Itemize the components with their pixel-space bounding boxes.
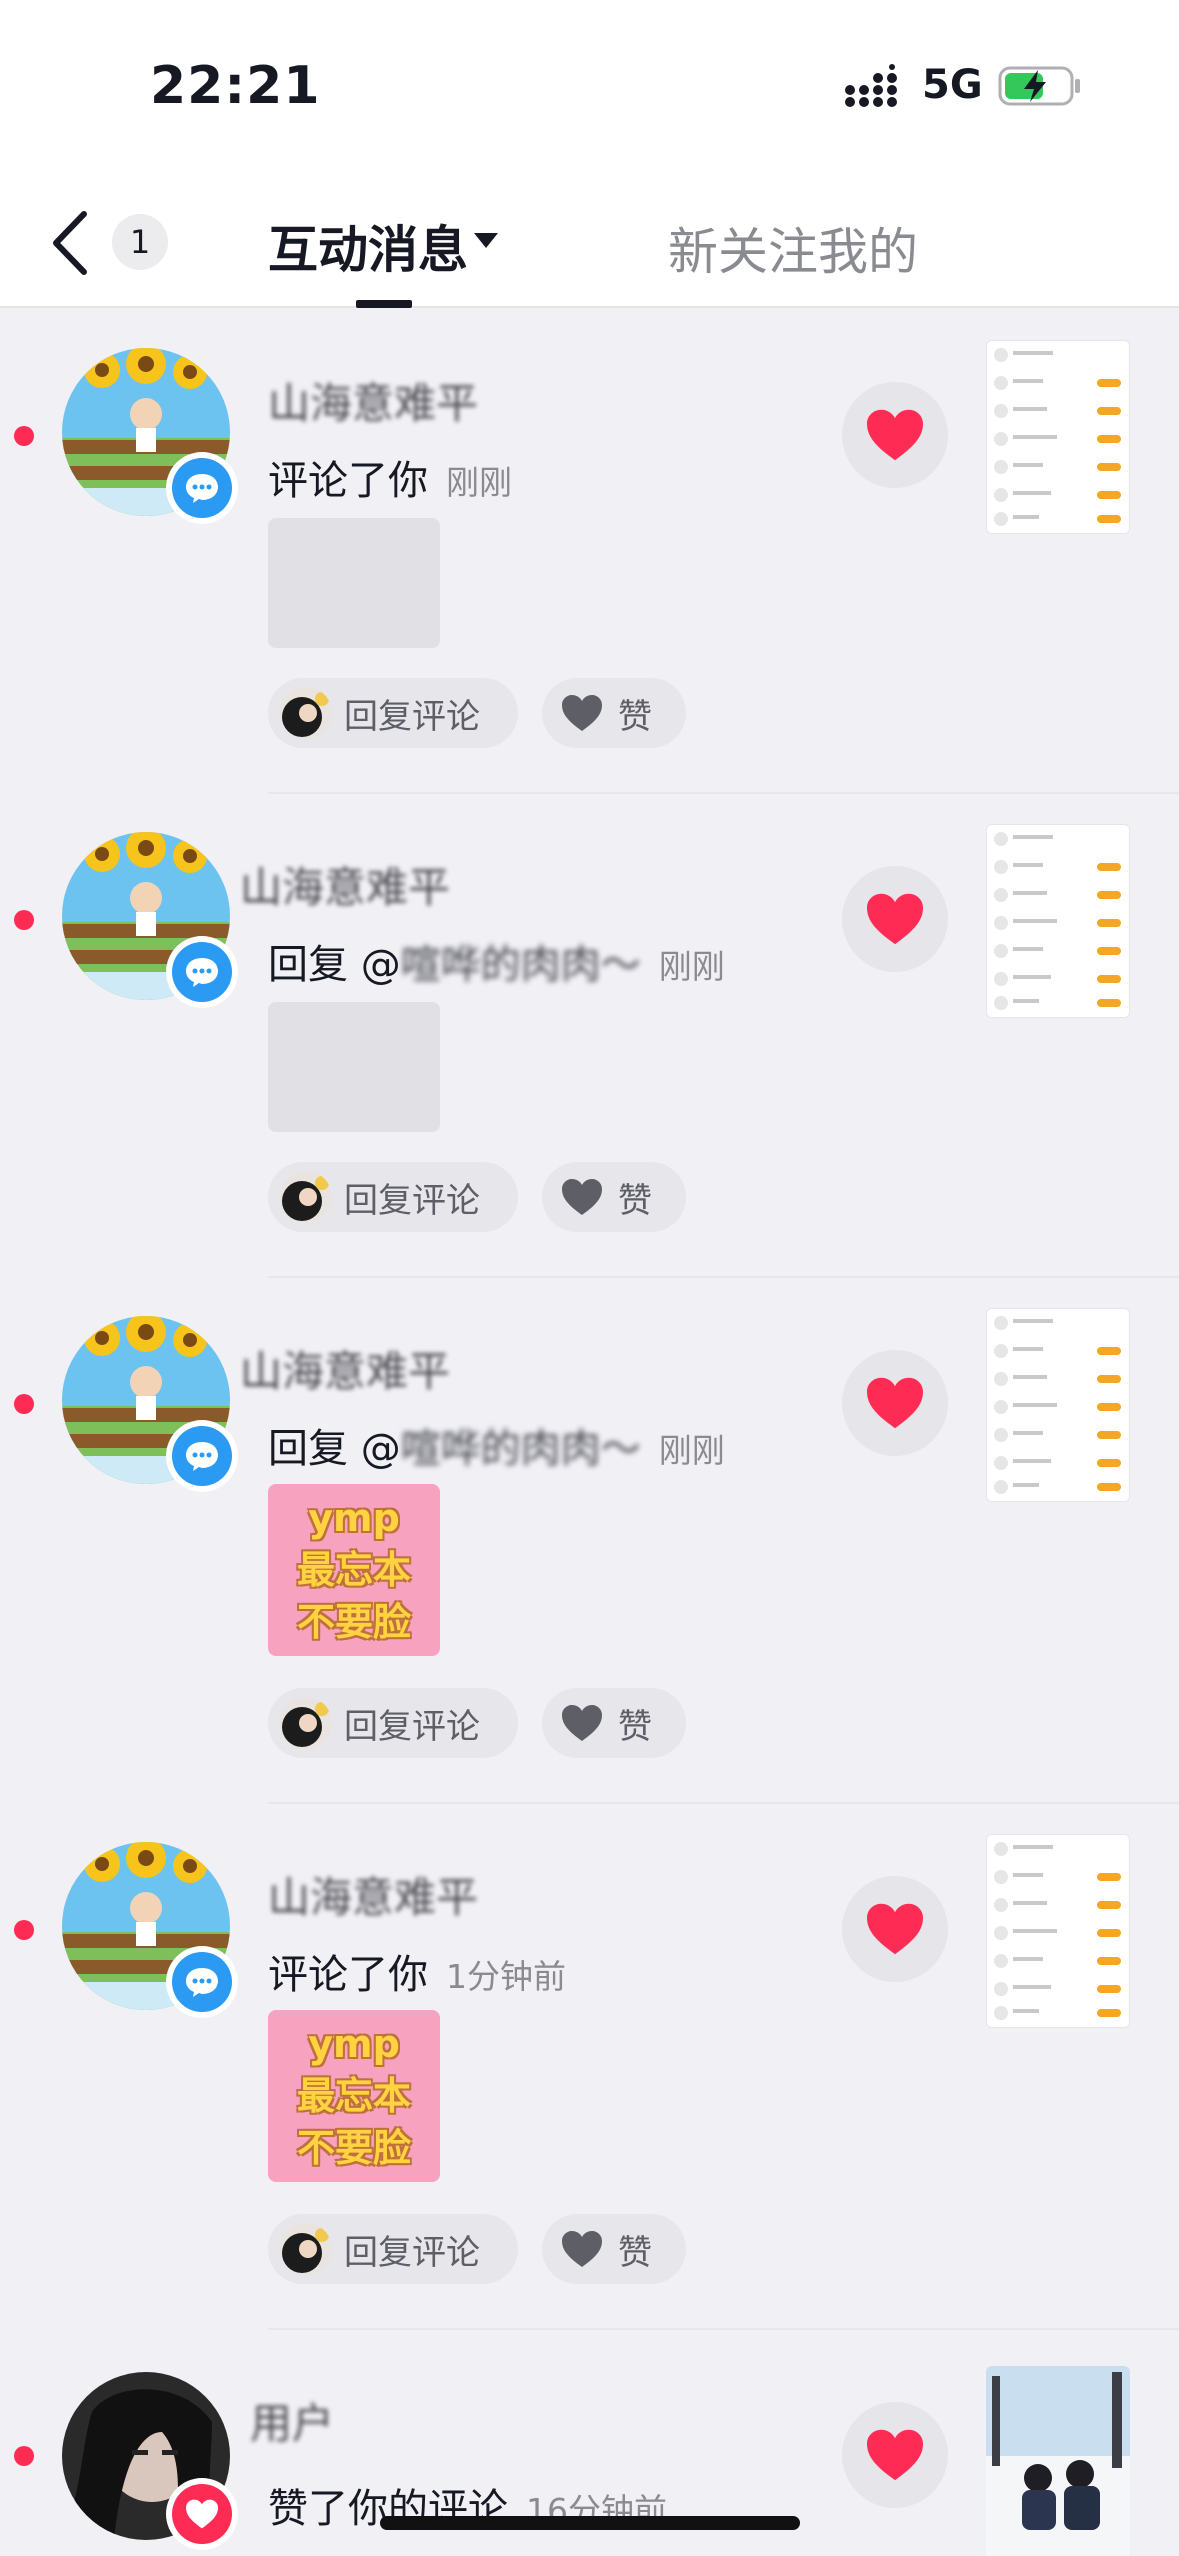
caret-down-icon[interactable]: [472, 230, 500, 250]
reply-comment-button[interactable]: 回复评论: [268, 678, 518, 748]
like-comment-button[interactable]: 赞: [542, 2214, 686, 2284]
reply-comment-button[interactable]: 回复评论: [268, 1162, 518, 1232]
sticker-line-3: 不要脸: [296, 2126, 411, 2170]
unread-dot: [14, 1920, 34, 1940]
action-text: 回复 @: [268, 1426, 401, 1472]
username[interactable]: 山海意难平: [240, 854, 450, 915]
post-thumbnail[interactable]: [986, 1834, 1130, 2028]
username[interactable]: 用户: [250, 2390, 334, 2451]
timestamp: 刚刚: [658, 947, 725, 986]
mention-text[interactable]: 喧哗的肉肉～: [401, 1426, 641, 1472]
heart-outline-icon: [562, 1705, 602, 1741]
chat-bubble-icon: [186, 1968, 218, 1997]
action-text: 评论了你: [268, 1952, 428, 1998]
action-line: 评论了你 1分钟前: [268, 1942, 566, 2000]
tab-interaction-messages[interactable]: 互动消息: [268, 210, 468, 282]
action-line: 回复 @喧哗的肉肉～ 刚刚: [268, 1416, 725, 1474]
reply-comment-label: 回复评论: [344, 1706, 480, 1747]
unread-dot: [14, 2446, 34, 2466]
like-label: 赞: [618, 696, 652, 737]
tab-new-followers[interactable]: 新关注我的: [668, 212, 918, 284]
heart-icon: [867, 893, 923, 945]
like-button[interactable]: [842, 866, 948, 972]
like-label: 赞: [618, 1180, 652, 1221]
network-type: 5G: [922, 62, 983, 108]
sticker-line-2: 最忘本: [296, 1548, 411, 1592]
my-avatar: [280, 1171, 332, 1223]
my-avatar: [280, 687, 332, 739]
action-text: 评论了你: [268, 458, 428, 504]
sticker-line-1: ymp: [308, 1496, 400, 1540]
heart-icon: [867, 2429, 923, 2481]
status-time: 22:21: [150, 56, 321, 116]
unread-dot: [14, 910, 34, 930]
sticker-line-2: 最忘本: [296, 2074, 411, 2118]
back-arrow-icon[interactable]: [48, 208, 92, 278]
message-item[interactable]: 山海意难平 回复 @喧哗的肉肉～ 刚刚 ymp 最忘本 不要脸 回复评论 赞: [0, 1278, 1179, 1804]
post-thumbnail[interactable]: [986, 340, 1130, 534]
sticker-line-3: 不要脸: [296, 1600, 411, 1644]
message-item[interactable]: 山海意难平 评论了你 刚刚 回复评论 赞: [0, 310, 1179, 794]
like-button[interactable]: [842, 1876, 948, 1982]
post-thumbnail[interactable]: [986, 2366, 1130, 2556]
unread-dot: [14, 426, 34, 446]
home-indicator[interactable]: [380, 2516, 800, 2530]
heart-outline-icon: [562, 1179, 602, 1215]
heart-outline-icon: [562, 2231, 602, 2267]
comment-badge: [166, 452, 238, 524]
timestamp: 刚刚: [446, 463, 512, 502]
like-label: 赞: [618, 2232, 652, 2273]
unread-dot: [14, 1394, 34, 1414]
post-thumbnail[interactable]: [986, 824, 1130, 1018]
like-comment-button[interactable]: 赞: [542, 1162, 686, 1232]
top-bar: 22:21 5G 1 互动消息 新关注我的: [0, 0, 1179, 308]
reply-comment-button[interactable]: 回复评论: [268, 2214, 518, 2284]
action-line: 评论了你 刚刚: [268, 448, 512, 506]
chat-bubble-icon: [186, 474, 218, 503]
username[interactable]: 山海意难平: [240, 1338, 450, 1399]
like-button[interactable]: [842, 382, 948, 488]
chat-bubble-icon: [186, 958, 218, 987]
like-button[interactable]: [842, 2402, 948, 2508]
reply-comment-button[interactable]: 回复评论: [268, 1688, 518, 1758]
like-button[interactable]: [842, 1350, 948, 1456]
username[interactable]: 山海意难平: [268, 370, 478, 431]
my-avatar: [280, 1697, 332, 1749]
action-line: 回复 @喧哗的肉肉～ 刚刚: [268, 932, 725, 990]
sticker-image[interactable]: ymp 最忘本 不要脸: [268, 2010, 440, 2182]
like-badge: [166, 2478, 238, 2550]
message-item[interactable]: 山海意难平 回复 @喧哗的肉肉～ 刚刚 回复评论 赞: [0, 794, 1179, 1278]
comment-badge: [166, 1420, 238, 1492]
like-comment-button[interactable]: 赞: [542, 678, 686, 748]
like-label: 赞: [618, 1706, 652, 1747]
reply-comment-label: 回复评论: [344, 696, 480, 737]
heart-icon: [867, 1903, 923, 1955]
unread-count-badge: 1: [112, 214, 168, 270]
comment-image[interactable]: [268, 518, 440, 648]
sticker-line-1: ymp: [308, 2022, 400, 2066]
battery-charging-icon: [998, 66, 1080, 106]
reply-comment-label: 回复评论: [344, 2232, 480, 2273]
sticker-image[interactable]: ymp 最忘本 不要脸: [268, 1484, 440, 1656]
comment-badge: [166, 936, 238, 1008]
timestamp: 刚刚: [658, 1431, 725, 1470]
heart-icon: [186, 2499, 218, 2529]
username[interactable]: 山海意难平: [268, 1864, 478, 1925]
message-item[interactable]: 山海意难平 评论了你 1分钟前 ymp 最忘本 不要脸 回复评论 赞: [0, 1804, 1179, 2330]
my-avatar: [280, 2223, 332, 2275]
heart-icon: [867, 409, 923, 461]
signal-icon: [845, 64, 897, 107]
mention-text[interactable]: 喧哗的肉肉～: [401, 942, 641, 988]
chat-bubble-icon: [186, 1442, 218, 1471]
action-text: 回复 @: [268, 942, 401, 988]
comment-badge: [166, 1946, 238, 2018]
like-comment-button[interactable]: 赞: [542, 1688, 686, 1758]
active-tab-indicator: [356, 300, 412, 308]
reply-comment-label: 回复评论: [344, 1180, 480, 1221]
heart-icon: [867, 1377, 923, 1429]
timestamp: 1分钟前: [446, 1957, 566, 1996]
heart-outline-icon: [562, 695, 602, 731]
comment-image[interactable]: [268, 1002, 440, 1132]
post-thumbnail[interactable]: [986, 1308, 1130, 1502]
